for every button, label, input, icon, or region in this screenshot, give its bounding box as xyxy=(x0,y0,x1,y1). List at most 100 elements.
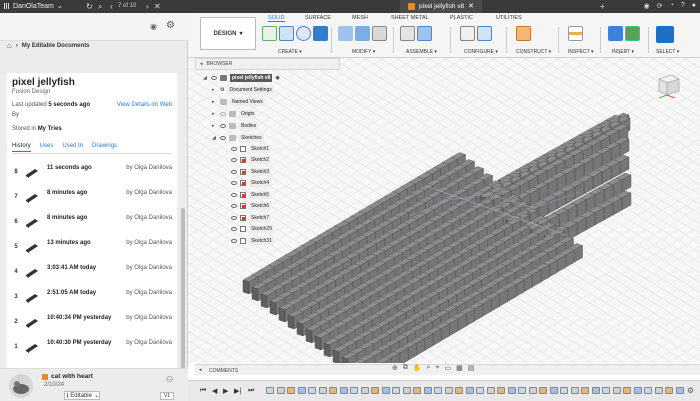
timeline-feature-icon[interactable] xyxy=(612,387,621,394)
visibility-eye-icon[interactable] xyxy=(231,227,237,231)
version-thumbnail[interactable] xyxy=(24,264,40,280)
insert-menu[interactable]: INSERT ▾ xyxy=(608,49,640,55)
version-row[interactable]: 3 2:51:05 AM today by Olga Danilova xyxy=(12,286,174,310)
next-arrow-icon[interactable]: › xyxy=(146,2,149,11)
comments-expand-icon[interactable]: ◂ xyxy=(199,367,202,373)
new-tab-icon[interactable]: + xyxy=(600,2,605,11)
timeline-feature-icon[interactable] xyxy=(434,387,442,394)
grid-settings-icon[interactable]: ▦ xyxy=(456,364,463,372)
visibility-eye-icon[interactable] xyxy=(220,135,226,140)
extensions-icon[interactable]: ◉ xyxy=(644,2,650,10)
tree-item-sketches[interactable]: ◢ Sketches xyxy=(212,132,264,143)
timeline-feature-icon[interactable] xyxy=(308,387,316,394)
browser-panel-header[interactable]: ◂ BROWSER xyxy=(195,58,340,70)
tree-item-origin[interactable]: ▸ Origin xyxy=(212,108,257,119)
visibility-eye-icon[interactable] xyxy=(231,215,237,220)
timeline-feature-icon[interactable] xyxy=(413,387,421,394)
collapse-icon[interactable]: ◂ xyxy=(200,61,203,67)
version-thumbnail[interactable] xyxy=(24,314,40,330)
timeline-feature-icon[interactable] xyxy=(350,387,358,394)
tree-item-named-views[interactable]: ▸ Named Views xyxy=(212,96,265,107)
timeline-feature-icon[interactable] xyxy=(675,387,684,394)
breadcrumb-folder[interactable]: My Editable Documents xyxy=(22,43,90,49)
recent-document-thumbnail[interactable] xyxy=(9,374,33,398)
version-thumbnail[interactable] xyxy=(24,164,40,180)
insert-derive-icon[interactable] xyxy=(608,26,623,41)
visibility-eye-icon[interactable] xyxy=(231,238,237,243)
move-icon[interactable] xyxy=(372,26,387,41)
tree-item-sketch[interactable]: Sketch3 xyxy=(231,166,272,177)
notifications-icon[interactable]: ◔ xyxy=(670,2,674,10)
offset-plane-icon[interactable] xyxy=(516,26,531,41)
pan-icon[interactable]: ✋ xyxy=(413,364,422,372)
visibility-eye-icon[interactable] xyxy=(211,75,217,80)
timeline-feature-icon[interactable] xyxy=(486,387,495,394)
timeline-feature-icon[interactable] xyxy=(339,387,348,394)
look-at-icon[interactable]: ⧉ xyxy=(403,364,408,372)
gear-icon[interactable]: ⚙ xyxy=(166,20,175,31)
version-thumbnail[interactable] xyxy=(24,239,40,255)
tab-used-in[interactable]: Used In xyxy=(62,143,83,152)
more-icon[interactable]: ◉ xyxy=(150,22,157,31)
visibility-eye-icon[interactable] xyxy=(220,123,226,128)
version-row[interactable]: 6 8 minutes ago by Olga Danilova xyxy=(12,211,174,235)
tree-item-sketch[interactable]: Sketch29 xyxy=(231,224,274,235)
measure-icon[interactable] xyxy=(568,26,583,41)
expand-arrow-icon[interactable]: ▸ xyxy=(212,99,217,105)
refresh-icon[interactable]: ↻ xyxy=(86,2,93,11)
timeline-feature-icon[interactable] xyxy=(539,387,547,394)
fit-icon[interactable]: ⌖ xyxy=(436,364,440,372)
close-tab-icon[interactable]: ✕ xyxy=(468,0,474,13)
version-row[interactable]: 1 10:40:30 PM yesterday by Olga Danilova xyxy=(12,336,174,360)
search-icon[interactable]: ⌕ xyxy=(98,2,102,11)
tab-mesh[interactable]: MESH xyxy=(352,15,368,21)
visibility-eye-icon[interactable] xyxy=(231,181,237,185)
construct-menu[interactable]: CONSTRUCT ▾ xyxy=(516,49,551,55)
timeline-feature-icon[interactable] xyxy=(623,387,631,394)
box-icon[interactable] xyxy=(313,26,328,41)
insert-image-icon[interactable] xyxy=(625,26,640,41)
data-panel-scrollbar[interactable] xyxy=(181,208,185,373)
close-panel-icon[interactable]: ✕ xyxy=(154,2,161,11)
timeline-feature-icon[interactable] xyxy=(644,387,652,394)
display-settings-icon[interactable]: ▭ xyxy=(444,364,451,372)
version-row[interactable]: 7 8 minutes ago by Olga Danilova xyxy=(12,186,174,210)
tree-item-sketch[interactable]: Sketch5 xyxy=(231,189,272,200)
tree-item-sketch[interactable]: Sketch7 xyxy=(231,212,272,223)
timeline-feature-icon[interactable] xyxy=(297,387,306,394)
version-thumbnail[interactable] xyxy=(24,189,40,205)
modify-menu[interactable]: MODIFY ▾ xyxy=(338,49,387,55)
extrude-icon[interactable] xyxy=(279,26,294,41)
tree-item-sketch[interactable]: Sketch4 xyxy=(231,178,272,189)
version-thumbnail[interactable] xyxy=(24,289,40,305)
tab-utilities[interactable]: UTILITIES xyxy=(496,15,522,21)
timeline-feature-icon[interactable] xyxy=(665,387,673,394)
prev-arrow-icon[interactable]: ‹ xyxy=(110,2,113,11)
timeline-feature-icon[interactable] xyxy=(518,387,526,394)
document-tab[interactable]: pixel jellyfish v8 ✕ xyxy=(400,0,483,13)
workspace-switcher-button[interactable]: DESIGN ▾ xyxy=(200,17,256,50)
breadcrumb[interactable]: ⌂ › My Editable Documents xyxy=(7,40,90,51)
collapse-arrow-icon[interactable]: ◢ xyxy=(212,135,217,141)
tree-item-sketch[interactable]: Sketch6 xyxy=(231,201,272,212)
timeline-feature-icon[interactable] xyxy=(602,387,610,394)
timeline-end-icon[interactable]: ⏭ xyxy=(248,387,254,395)
configure-table-icon[interactable] xyxy=(477,26,492,41)
create-sketch-icon[interactable] xyxy=(262,26,277,41)
tree-item-document-settings[interactable]: ▸ ⚙ Document Settings xyxy=(212,84,274,95)
tab-sheet-metal[interactable]: SHEET METAL xyxy=(391,15,429,21)
timeline-feature-icon[interactable] xyxy=(318,387,327,394)
view-details-link[interactable]: View Details on Web xyxy=(117,102,172,108)
version-row[interactable]: 2 10:40:34 PM yesterday by Olga Danilova xyxy=(12,311,174,335)
user-avatar[interactable]: ● xyxy=(692,2,696,10)
visibility-eye-icon[interactable] xyxy=(231,169,237,174)
tab-surface[interactable]: SURFACE xyxy=(305,15,331,21)
visibility-eye-icon[interactable] xyxy=(220,111,226,116)
visibility-eye-icon[interactable] xyxy=(231,192,237,197)
expand-arrow-icon[interactable]: ▸ xyxy=(212,123,217,129)
timeline-feature-icon[interactable] xyxy=(455,387,463,394)
viewports-icon[interactable]: ▤ xyxy=(468,364,475,372)
timeline-feature-icon[interactable] xyxy=(266,387,274,394)
orbit-icon[interactable]: ⊕ xyxy=(392,364,398,372)
version-thumbnail[interactable] xyxy=(24,339,40,355)
